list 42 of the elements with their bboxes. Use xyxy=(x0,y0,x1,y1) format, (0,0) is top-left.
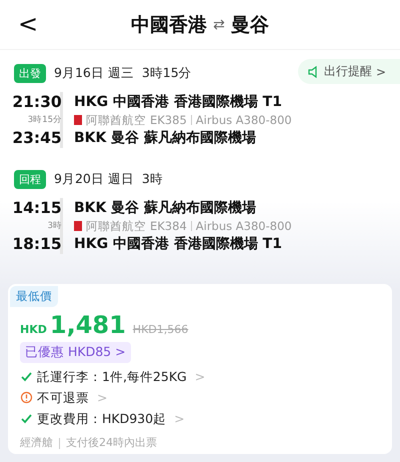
airline-logo-icon xyxy=(74,221,82,231)
departure-time: 21:30 xyxy=(12,92,62,112)
arrival-airport: HKG 中國香港 香港國際機場 T1 xyxy=(74,235,283,254)
lowest-price-badge: 最低價 xyxy=(10,286,58,307)
warning-icon xyxy=(20,391,33,404)
aircraft-type: Airbus A380-800 xyxy=(196,218,292,234)
flight-number: EK385 xyxy=(150,112,187,128)
segment-tag: 出發 xyxy=(14,64,46,82)
airline-name: 阿聯酋航空 xyxy=(86,218,146,234)
aircraft-type: Airbus A380-800 xyxy=(196,112,292,128)
arrival-time: 18:15 xyxy=(12,234,62,254)
segment-duration: 3時15分 xyxy=(142,64,192,82)
price-amount: 1,481 xyxy=(50,311,126,339)
cabin-class: 經濟艙 xyxy=(20,436,53,450)
back-button[interactable]: < xyxy=(14,10,42,38)
arrival-time: 23:45 xyxy=(12,128,62,148)
policy-item[interactable]: 更改費用：HKD930起 > xyxy=(20,409,185,428)
departure-time: 14:15 xyxy=(12,198,62,218)
arrival-airport: BKK 曼谷 蘇凡納布國際機場 xyxy=(74,129,258,148)
flight-number: EK384 xyxy=(150,218,187,234)
departure-airport: BKK 曼谷 蘇凡納布國際機場 xyxy=(74,199,258,218)
original-price: HKD1,566 xyxy=(132,323,188,336)
swap-icon: ⇄ xyxy=(213,16,225,32)
destination-city: 曼谷 xyxy=(230,12,269,38)
price-currency: HKD xyxy=(20,323,47,336)
airline-name: 阿聯酋航空 xyxy=(86,112,146,128)
segment-date: 9月16日 週三 xyxy=(54,64,134,82)
policy-item[interactable]: 不可退票 > xyxy=(20,388,108,407)
departure-airport: HKG 中國香港 香港國際機場 T1 xyxy=(74,93,283,112)
segment-tag: 回程 xyxy=(14,170,46,188)
reminder-button[interactable]: 出行提醒 > xyxy=(298,59,400,84)
policy-item[interactable]: 託運行李：1件,每件25KG > xyxy=(20,367,206,386)
check-icon xyxy=(20,370,33,383)
ticketing-note: 支付後24時內出票 xyxy=(66,436,157,450)
origin-city: 中國香港 xyxy=(131,12,208,38)
airline-logo-icon xyxy=(74,115,82,125)
flight-duration: 3時 xyxy=(48,220,62,233)
check-icon xyxy=(20,412,33,425)
discount-tag[interactable]: 已優惠 HKD85 > xyxy=(20,342,131,363)
segment-duration: 3時 xyxy=(142,170,163,188)
flight-duration: 3時15分 xyxy=(28,114,62,127)
segment-date: 9月20日 週日 xyxy=(54,170,134,188)
